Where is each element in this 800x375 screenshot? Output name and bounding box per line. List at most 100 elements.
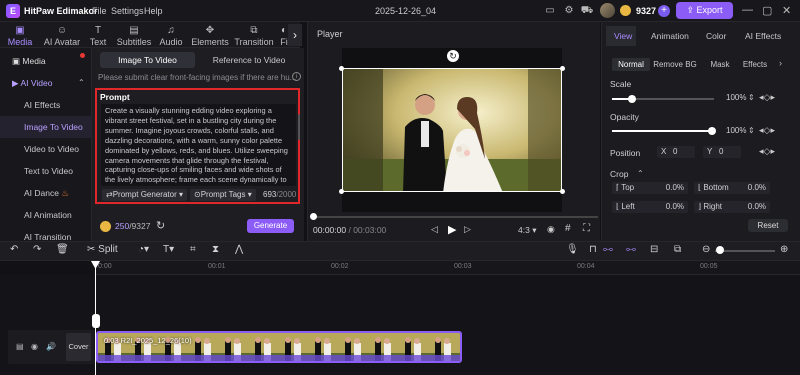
subtab-remove-bg[interactable]: Remove BG [653,58,697,71]
crop-expand-icon[interactable]: ⌃ [637,169,644,178]
clip-trim-handle[interactable] [92,314,100,328]
next-frame-icon[interactable]: ▷ [464,224,471,235]
keyframe-icon[interactable]: ◂◇▸ [759,146,775,157]
mic-icon[interactable]: 🎙 [566,244,579,255]
visibility-icon[interactable]: ◉ [31,342,38,351]
crop-bottom-field[interactable]: ⌊ Bottom 0.0% [694,182,770,194]
tab-text[interactable]: T Text [86,22,110,48]
sidebar-item-text-to-video[interactable]: Text to Video [0,160,92,182]
seg-reference-to-video[interactable]: Reference to Video [198,52,300,68]
tab-subtitles[interactable]: ▤ Subtitles [113,22,155,48]
resize-handle[interactable] [560,189,565,194]
cover-button[interactable]: Cover [66,333,91,361]
tab-ai-avatar[interactable]: ☺ AI Avatar [40,22,84,48]
minimize-icon[interactable]: — [742,4,753,16]
subtab-effects[interactable]: Effects [738,58,772,71]
more-icon[interactable]: › [779,58,782,68]
scale-slider-knob[interactable] [628,95,636,103]
keyframe-icon[interactable]: ◂◇▸ [759,125,775,136]
opacity-slider-knob[interactable] [708,127,716,135]
fullscreen-icon[interactable]: ⛶ [583,223,590,234]
prev-frame-icon[interactable]: ◁ [431,224,438,235]
mute-icon[interactable]: 🔊 [46,342,56,351]
rotate-icon[interactable]: ↻ [447,50,459,62]
settings-icon[interactable]: ⚙ [562,4,576,18]
add-credits-button[interactable]: + [658,5,670,17]
close-icon[interactable]: ✕ [782,4,791,17]
tab-audio[interactable]: ♫ Audio [157,22,185,48]
crop-left-field[interactable]: ⌊ Left 0.0% [612,201,688,213]
info-icon[interactable]: i [292,72,301,81]
magnet-icon[interactable]: ⊓ [589,244,597,255]
player-progress-bar[interactable] [312,216,598,218]
split-button[interactable]: ✂ Split [87,244,118,255]
fit-icon[interactable]: ⊟ [650,244,658,255]
timeline-ruler[interactable] [95,261,800,275]
stepper-icon[interactable]: ⇕ [748,93,755,102]
seg-image-to-video[interactable]: Image To Video [100,52,195,68]
menu-file[interactable]: File [92,6,107,16]
position-y-field[interactable]: Y 0 [703,146,741,158]
aspect-ratio-dropdown[interactable]: 4:3 ▾ [518,225,536,236]
speed-icon[interactable]: ◔▾ [138,244,149,255]
zoom-knob[interactable] [716,246,724,254]
opacity-value[interactable]: 100% [726,126,746,135]
user-avatar[interactable] [600,3,615,18]
grid-icon[interactable]: # [565,223,571,234]
zoom-out-icon[interactable]: ⊖ [702,244,710,255]
keyframe-icon[interactable]: ◂◇▸ [759,92,775,103]
redo-icon[interactable]: ↷ [33,244,41,255]
tab-transition[interactable]: ⧉ Transition [234,22,274,48]
text-tool-icon[interactable]: T▾ [163,244,174,255]
keyframe-tool-icon[interactable]: ⋀ [235,244,243,255]
ripple-icon[interactable]: ⧟ [626,244,636,255]
undo-icon[interactable]: ↶ [10,244,18,255]
menu-help[interactable]: Help [144,6,163,16]
resize-handle[interactable] [339,189,344,194]
cart-icon[interactable]: ⛟ [580,4,594,18]
sidebar-item-ai-dance[interactable]: AI Dance ♨ [0,182,92,204]
crop-tool-icon[interactable]: ⌗ [190,244,196,255]
sidebar-item-video-to-video[interactable]: Video to Video [0,138,92,160]
generate-button[interactable]: Generate [247,219,294,233]
sidebar-item-image-to-video[interactable]: Image To Video [0,116,92,138]
tabs-next-arrow-icon[interactable]: › [288,24,302,46]
resize-handle[interactable] [339,66,344,71]
tab-color[interactable]: Color [706,31,726,41]
sidebar-item-ai-transition[interactable]: AI Transition [0,226,92,241]
scissor-link-icon[interactable]: ⧉ [674,244,681,255]
reset-button[interactable]: Reset [748,219,788,232]
lock-icon[interactable]: ▤ [16,342,24,351]
subtab-normal[interactable]: Normal [612,58,650,71]
tab-view[interactable]: View [614,31,632,41]
link-icon[interactable]: ⧟ [603,244,613,255]
zoom-slider[interactable] [715,250,775,252]
tab-elements[interactable]: ✥ Elements [190,22,230,48]
zoom-in-icon[interactable]: ⊕ [780,244,788,255]
play-icon[interactable]: ▶ [448,223,456,236]
scale-value[interactable]: 100% [726,93,746,102]
export-button[interactable]: ⇪ Export [676,2,733,19]
tab-ai-effects[interactable]: AI Effects [745,31,781,41]
prompt-scrollbar[interactable] [298,114,300,140]
sidebar-item-ai-animation[interactable]: AI Animation [0,204,92,226]
screen-icon[interactable]: ▭ [543,4,557,18]
refresh-icon[interactable]: ↻ [156,219,165,232]
stepper-icon[interactable]: ⇕ [748,126,755,135]
prompt-generator-button[interactable]: ⇄Prompt Generator ▾ [102,189,187,201]
sidebar-item-ai-effects[interactable]: AI Effects [0,94,92,116]
prompt-textarea[interactable]: Create a visually stunning edding video … [101,104,296,186]
freeze-icon[interactable]: ⧗ [212,244,219,255]
tab-animation[interactable]: Animation [651,31,689,41]
resize-handle[interactable] [560,66,565,71]
subtab-mask[interactable]: Mask [704,58,736,71]
crop-right-field[interactable]: ⌋ Right 0.0% [694,201,770,213]
collapse-arrow-icon[interactable]: ⌃ [78,78,85,87]
prompt-tags-button[interactable]: ⊙Prompt Tags ▾ [190,189,256,201]
crop-top-field[interactable]: ⌈ Top 0.0% [612,182,688,194]
maximize-icon[interactable]: ▢ [762,4,772,17]
sidebar-item-media[interactable]: ▣ Media [0,50,92,72]
menu-settings[interactable]: Settings [111,6,144,16]
position-x-field[interactable]: X 0 [657,146,695,158]
delete-icon[interactable]: 🗑 [56,244,69,255]
